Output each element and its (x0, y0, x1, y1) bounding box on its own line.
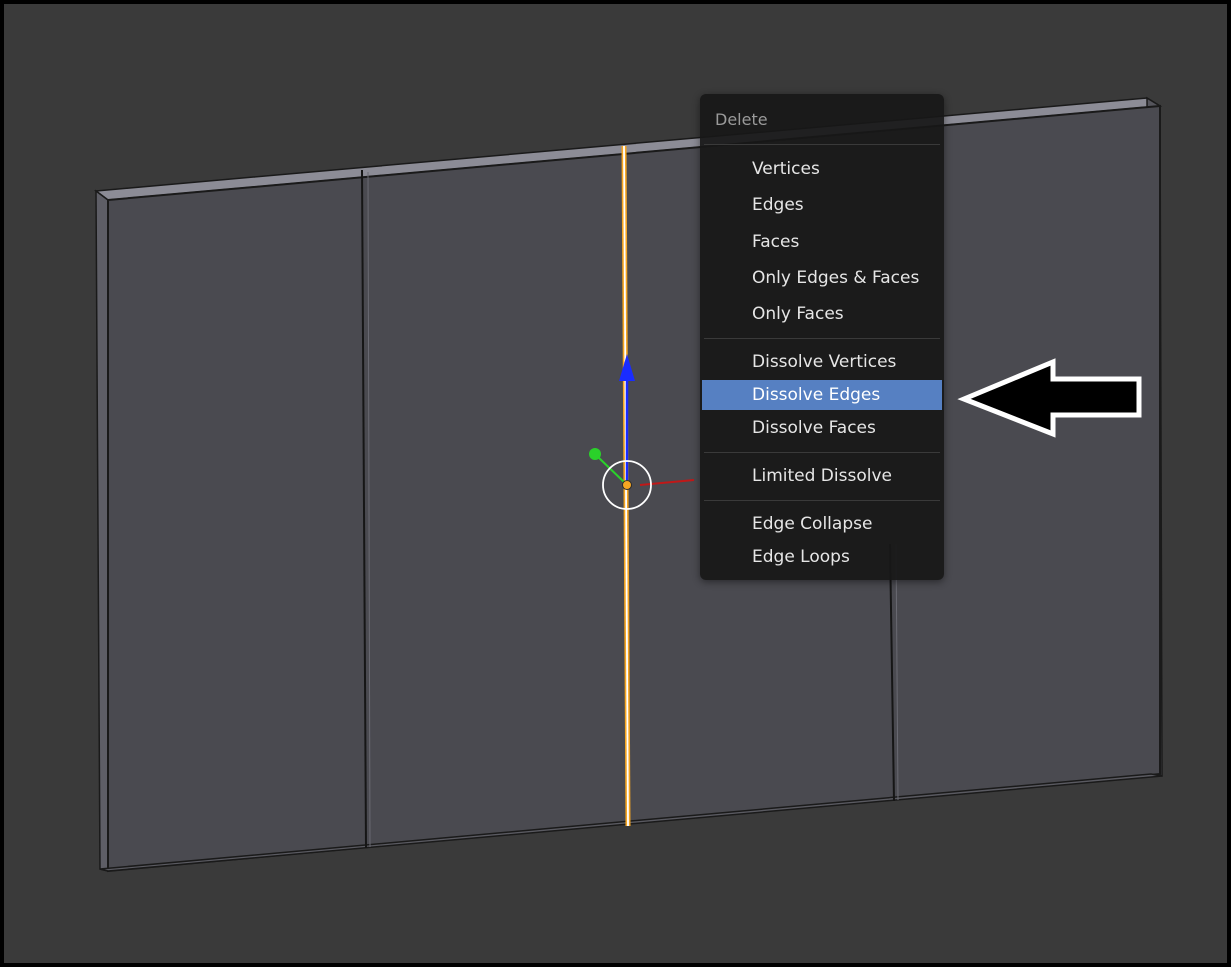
left-arrow-icon (957, 358, 1142, 438)
screenshot-frame: Delete Vertices Edges Faces Only Edges &… (0, 0, 1231, 967)
3d-viewport[interactable]: Delete Vertices Edges Faces Only Edges &… (4, 4, 1227, 963)
